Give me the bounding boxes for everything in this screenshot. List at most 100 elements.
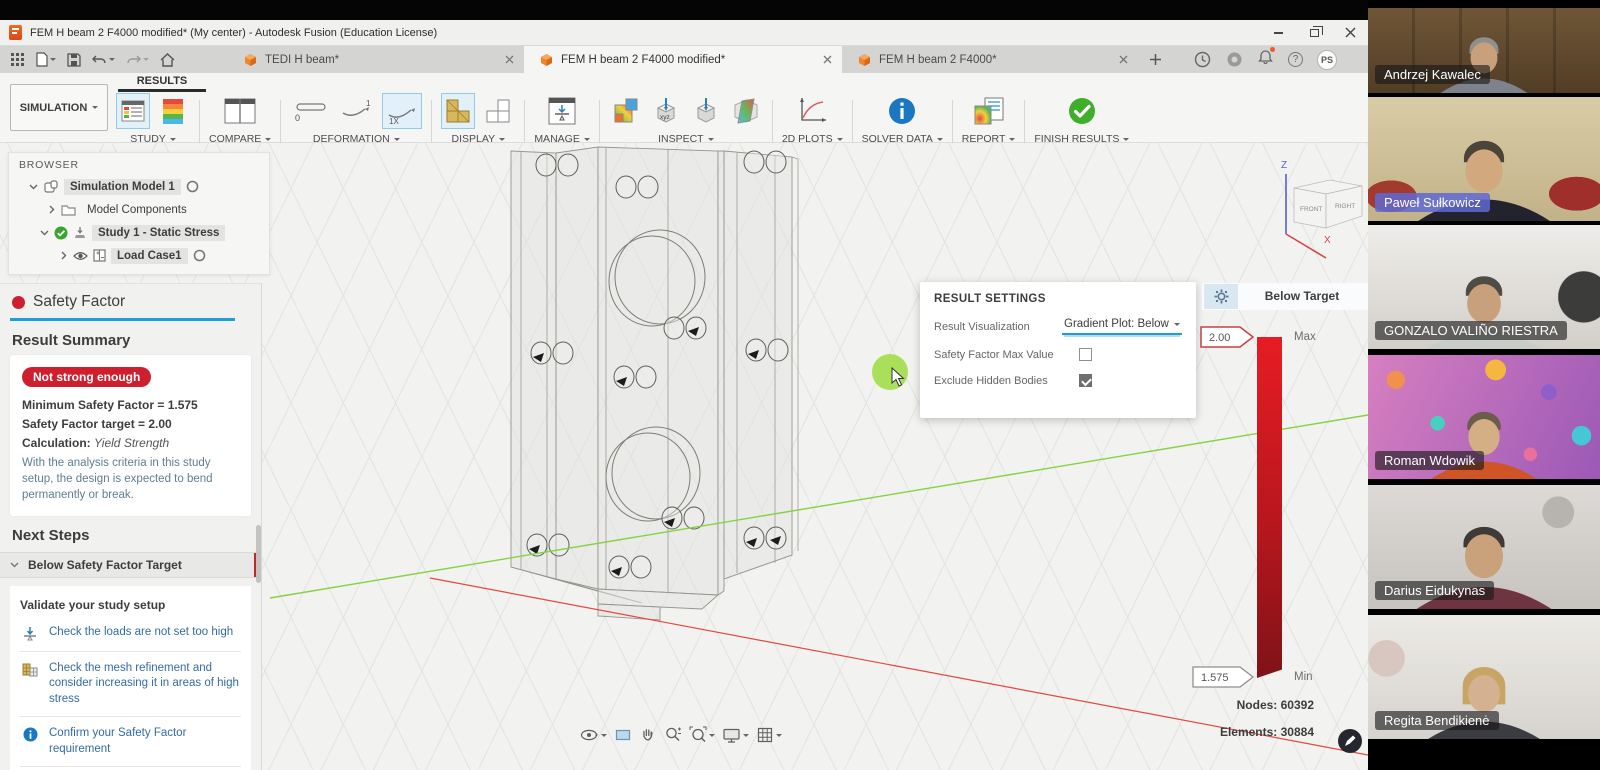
participant-video[interactable]: Roman Wdowik — [1368, 355, 1600, 479]
legend-max-label: Max — [1294, 331, 1316, 343]
visualization-dropdown[interactable]: Gradient Plot: Below — [1062, 318, 1182, 335]
tab-close-icon[interactable] — [505, 55, 514, 64]
solver-data-icon[interactable] — [885, 93, 919, 129]
participant-video[interactable]: Regita Bendikienė — [1368, 615, 1600, 739]
fusion-doc-icon — [540, 53, 553, 66]
max-value-checkbox[interactable] — [1079, 348, 1092, 361]
inspect-slice-plane-icon[interactable] — [729, 93, 763, 129]
orbit-button[interactable] — [580, 726, 607, 744]
folder-icon — [61, 203, 76, 216]
chevron-down-icon[interactable] — [40, 228, 49, 237]
display-shaded-icon[interactable] — [441, 93, 475, 129]
participant-video[interactable]: Paweł Sułkowicz — [1368, 97, 1600, 221]
pan-button[interactable] — [639, 726, 657, 744]
restore-button[interactable] — [1296, 20, 1332, 45]
fit-caret — [709, 734, 715, 740]
legend-max-tag[interactable]: 2.00 — [1200, 326, 1256, 348]
file-menu-button[interactable] — [36, 52, 56, 67]
deformation-actual-icon[interactable]: 1 — [336, 93, 376, 129]
step-check-mesh[interactable]: Check the mesh refinement and consider i… — [20, 652, 241, 718]
job-status-icon[interactable] — [1194, 51, 1211, 68]
tree-item-load-case[interactable]: Load Case1 — [9, 244, 269, 267]
meeting-annotation-button[interactable] — [1338, 729, 1362, 753]
legend-min-tag[interactable]: 1.575 — [1192, 666, 1256, 688]
manage-settings-icon[interactable] — [542, 93, 582, 129]
undo-button[interactable] — [92, 54, 115, 66]
redo-button[interactable] — [126, 54, 149, 66]
participant-name: Regita Bendikienė — [1375, 711, 1499, 730]
participant-name: Darius Eidukynas — [1375, 581, 1494, 600]
participant-video[interactable]: GONZALO VALIÑO RIESTRA — [1368, 225, 1600, 349]
step-confirm-requirement[interactable]: Confirm your Safety Factor requirement — [20, 717, 241, 767]
fusion-app-icon — [9, 25, 22, 40]
display-wireframe-icon[interactable] — [481, 93, 515, 129]
group-study: STUDY — [116, 92, 190, 145]
below-target-section-header[interactable]: Below Safety Factor Target — [0, 552, 261, 578]
report-icon[interactable] — [969, 93, 1009, 129]
inspect-probe-icon[interactable] — [689, 93, 723, 129]
view-cube[interactable]: FRONT RIGHT Z X — [1262, 150, 1377, 268]
group-compare: COMPARE — [209, 92, 271, 145]
info-icon — [20, 726, 40, 742]
tab-fem-h-beam[interactable]: FEM H beam 2 F4000* — [842, 46, 1138, 73]
next-steps-heading: Next Steps — [12, 527, 249, 544]
finish-results-icon[interactable] — [1065, 93, 1099, 129]
save-icon[interactable] — [67, 53, 81, 67]
inspect-point-xyz-icon[interactable]: xyz — [649, 93, 683, 129]
inspect-results-icon[interactable] — [609, 93, 643, 129]
result-settings-dialog: RESULT SETTINGS Result Visualization Gra… — [920, 282, 1196, 418]
sync-status-icon[interactable] — [1226, 51, 1243, 68]
legend-settings-button[interactable] — [1204, 284, 1238, 309]
calculation-label: Calculation: — [22, 436, 91, 450]
svg-text:xyz: xyz — [660, 114, 670, 121]
panel-scrollbar-thumb[interactable] — [256, 525, 261, 583]
visibility-radio-icon[interactable] — [186, 180, 199, 193]
deformation-undeformed-icon[interactable]: 0 — [290, 93, 330, 129]
ribbon-tab-results[interactable]: RESULTS — [118, 75, 206, 92]
app-grid-icon[interactable] — [10, 52, 25, 67]
visibility-radio-icon[interactable] — [193, 249, 206, 262]
look-at-button[interactable] — [614, 726, 632, 744]
notifications-button[interactable] — [1258, 49, 1273, 70]
restore-icon — [1310, 29, 1319, 37]
tab-close-icon[interactable] — [1119, 55, 1128, 64]
load-case-icon — [93, 249, 106, 262]
browser-panel: BROWSER Simulation Model 1 Model Compone… — [8, 152, 270, 275]
study-legend-icon[interactable] — [156, 93, 190, 129]
status-badge: Not strong enough — [22, 367, 151, 387]
display-settings-button[interactable] — [722, 726, 749, 744]
zoom-button[interactable] — [664, 726, 682, 744]
user-avatar[interactable]: PS — [1317, 50, 1337, 70]
close-button[interactable] — [1332, 20, 1368, 45]
grid-settings-button[interactable] — [756, 726, 782, 744]
new-tab-button[interactable] — [1138, 46, 1172, 73]
fit-button[interactable] — [689, 726, 715, 744]
chevron-right-icon[interactable] — [47, 205, 56, 214]
dropdown-caret — [1174, 323, 1180, 329]
workspace-selector[interactable]: SIMULATION — [10, 84, 108, 131]
participant-video[interactable]: Darius Eidukynas — [1368, 485, 1600, 609]
tab-tedi-h-beam[interactable]: TEDI H beam* — [228, 46, 524, 73]
elements-count: Elements: 30884 — [1150, 725, 1314, 739]
minimize-button[interactable] — [1260, 20, 1296, 45]
tree-item-study[interactable]: Study 1 - Static Stress — [9, 221, 269, 244]
2d-plots-icon[interactable] — [792, 93, 832, 129]
tree-item-model-components[interactable]: Model Components — [9, 198, 269, 221]
tree-item-simulation-model[interactable]: Simulation Model 1 — [9, 175, 269, 198]
deformation-scaled-icon[interactable]: 1X — [382, 93, 422, 129]
study-report-icon[interactable] — [116, 93, 150, 129]
help-button[interactable]: ? — [1288, 52, 1303, 67]
eye-icon[interactable] — [73, 251, 88, 261]
tab-close-icon[interactable] — [823, 55, 832, 64]
compare-icon[interactable] — [220, 93, 260, 129]
tab-fem-h-beam-modified[interactable]: FEM H beam 2 F4000 modified* — [524, 46, 842, 73]
chevron-right-icon[interactable] — [59, 251, 68, 260]
participant-video[interactable]: Andrzej Kawalec — [1368, 8, 1600, 93]
home-icon[interactable] — [160, 53, 175, 67]
gear-icon — [1214, 289, 1229, 304]
step-check-loads[interactable]: Check the loads are not set too high — [20, 616, 241, 652]
exclude-hidden-checkbox[interactable] — [1079, 374, 1092, 387]
group-report: REPORT — [962, 92, 1016, 145]
group-deformation: 0 1 1X DEFORMATION — [290, 92, 422, 145]
chevron-down-icon[interactable] — [29, 182, 38, 191]
